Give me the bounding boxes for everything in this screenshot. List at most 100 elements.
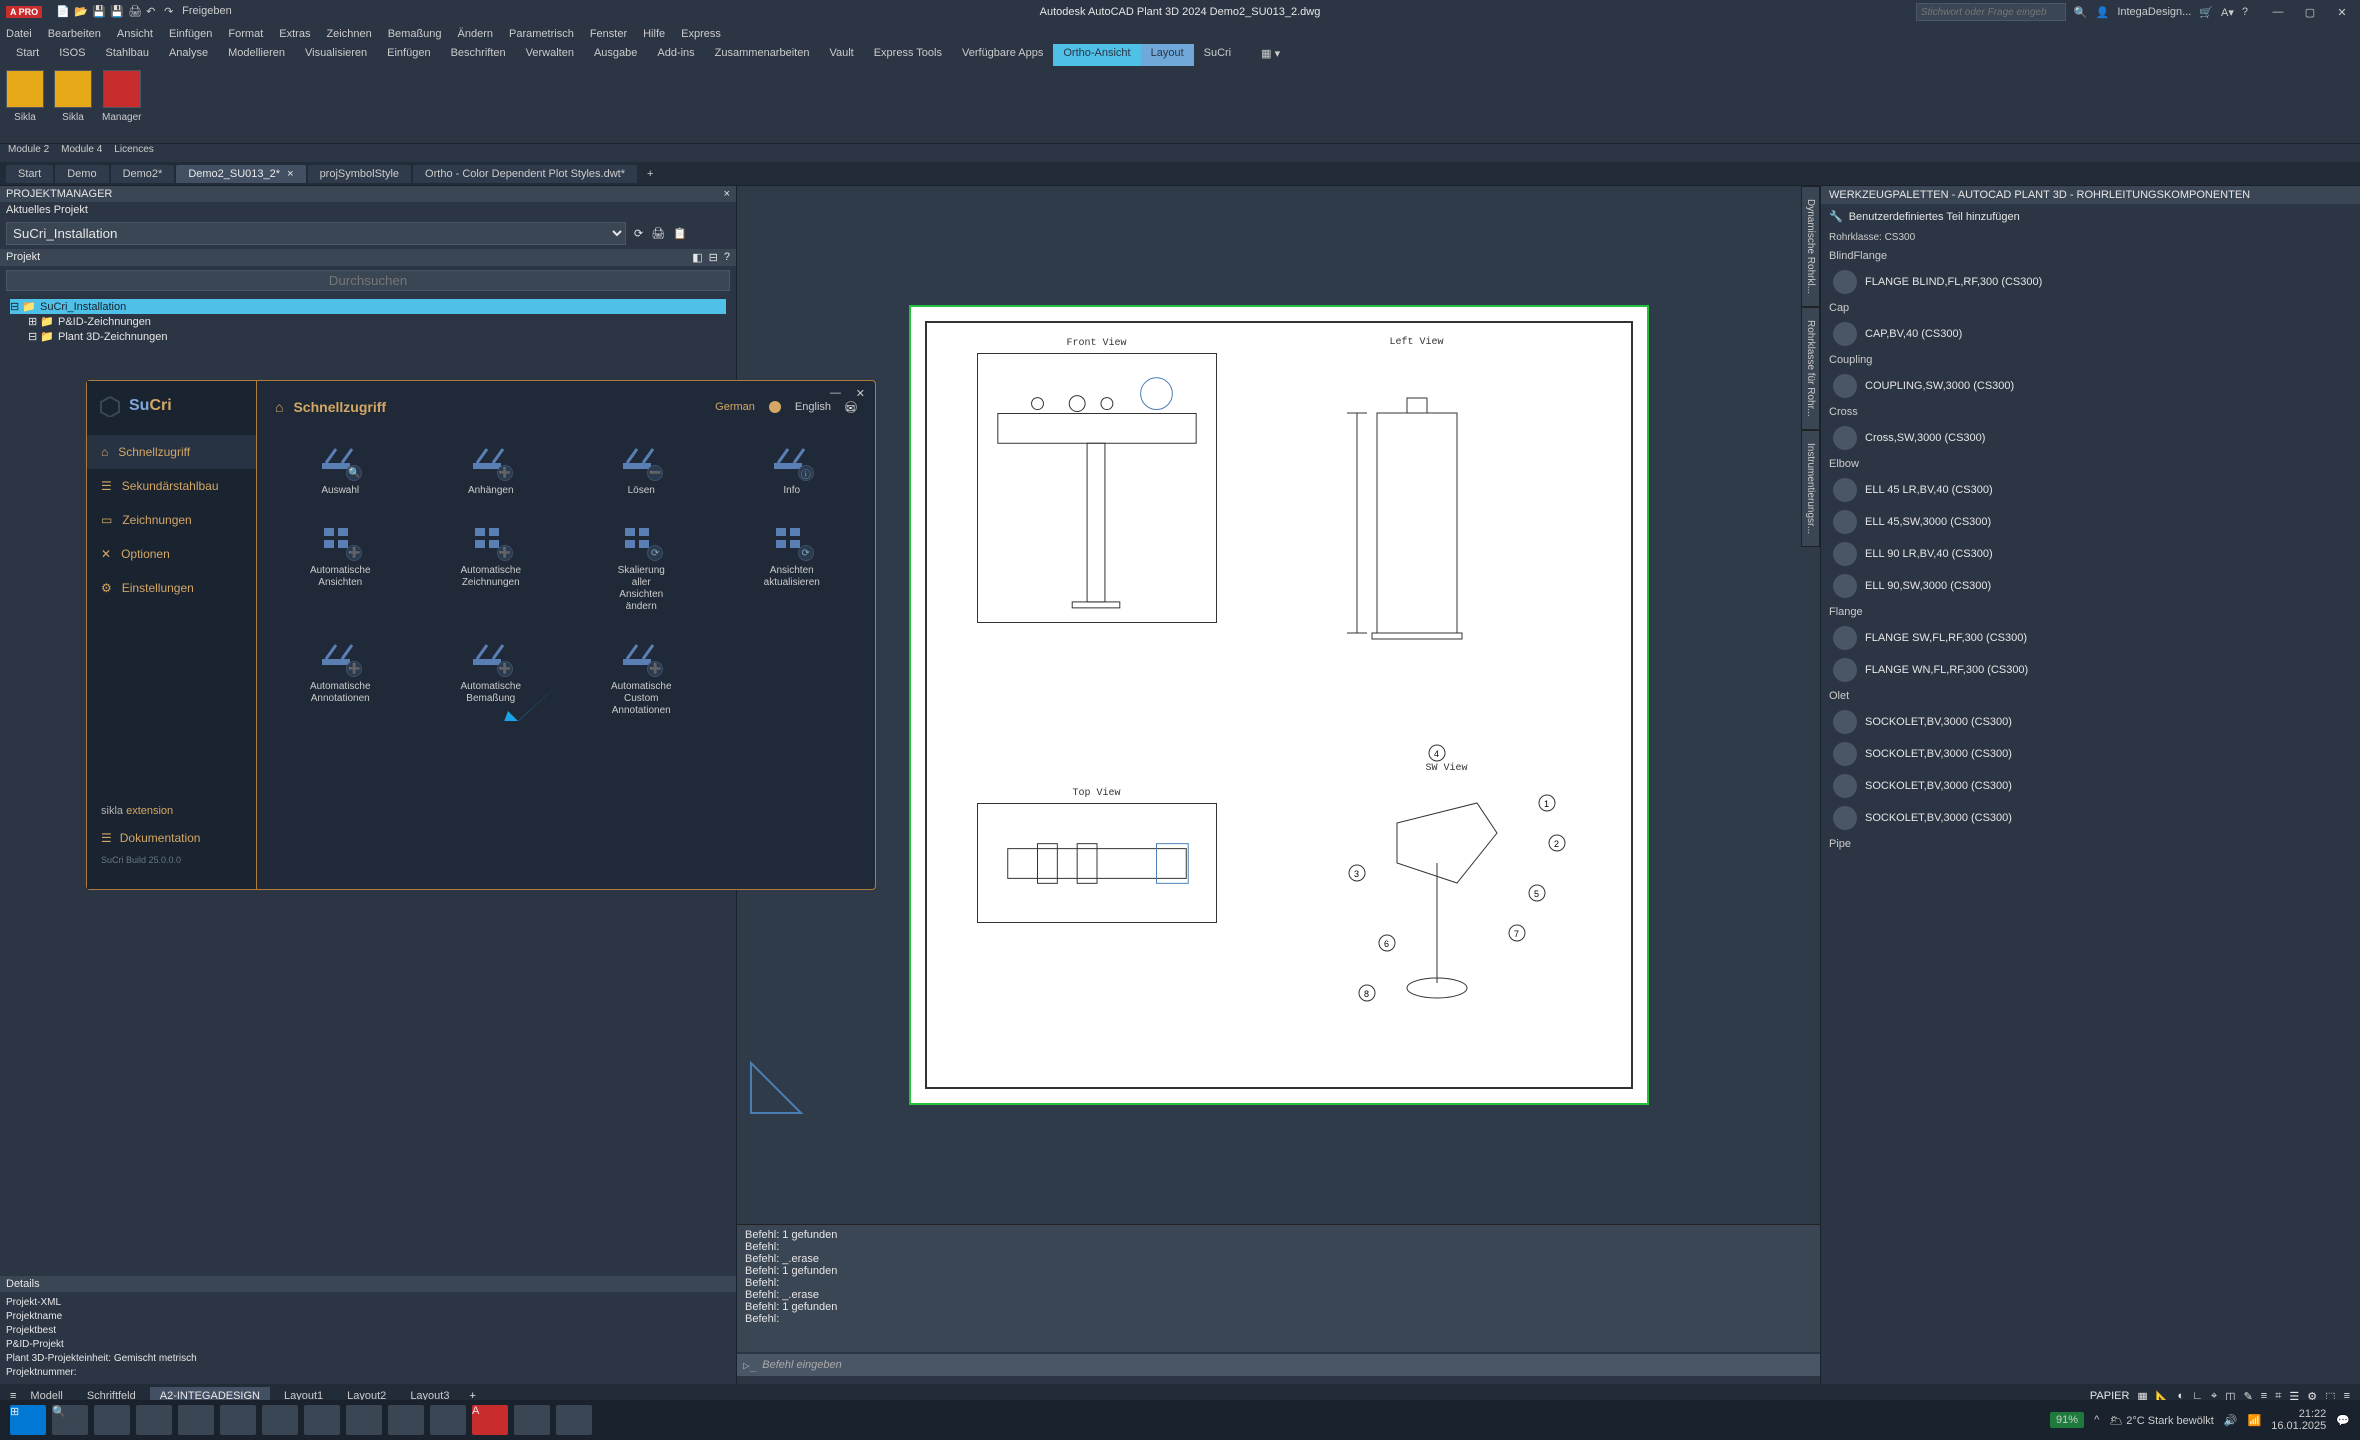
menu-datei[interactable]: Datei xyxy=(6,28,32,40)
file-tab-active[interactable]: Demo2_SU013_2* × xyxy=(176,165,305,183)
collapse-icon[interactable]: ⊟ xyxy=(709,251,718,264)
part-item[interactable]: ELL 45 LR,BV,40 (CS300) xyxy=(1821,474,2360,506)
menu-aendern[interactable]: Ändern xyxy=(458,28,493,40)
lang-english[interactable]: English xyxy=(795,401,831,413)
tree-node[interactable]: ⊞ 📁 P&ID-Zeichnungen xyxy=(10,314,726,329)
sikla-button[interactable] xyxy=(6,70,44,108)
qat-saveas-icon[interactable]: 💾 xyxy=(110,5,124,19)
palette-side-tab[interactable]: Dynamische Rohrkl... xyxy=(1801,186,1820,307)
ribbon-tab[interactable]: ISOS xyxy=(49,44,95,66)
qat-new-icon[interactable]: 📄 xyxy=(56,5,70,19)
palette-side-tab[interactable]: Rohrklasse für Rohr... xyxy=(1801,307,1820,430)
ribbon-tab[interactable]: Vault xyxy=(819,44,863,66)
qat-undo-icon[interactable]: ↶ xyxy=(146,5,160,19)
help-search-input[interactable] xyxy=(1916,3,2066,21)
windows-start-button[interactable]: ⊞ xyxy=(10,1405,46,1435)
ribbon-tab[interactable]: Stahlbau xyxy=(96,44,159,66)
sucri-card[interactable]: ➕Anhängen xyxy=(426,435,557,501)
ribbon-tab[interactable]: SuCri xyxy=(1194,44,1242,66)
part-item[interactable]: FLANGE WN,FL,RF,300 (CS300) xyxy=(1821,654,2360,686)
part-category-header[interactable]: Cap xyxy=(1821,298,2360,318)
part-item[interactable]: SOCKOLET,BV,3000 (CS300) xyxy=(1821,802,2360,834)
ribbon-panel-tab[interactable]: Licences xyxy=(114,144,153,162)
lang-german[interactable]: German xyxy=(715,401,755,413)
ribbon-panel-tab[interactable]: Module 2 xyxy=(8,144,49,162)
qat-redo-icon[interactable]: ↷ xyxy=(164,5,178,19)
radio-off-icon[interactable]: ✉ xyxy=(845,401,857,413)
taskbar-search-icon[interactable]: 🔍 xyxy=(52,1405,88,1435)
new-tab-button[interactable]: + xyxy=(647,168,653,180)
ribbon-tab-active[interactable]: Ortho-Ansicht xyxy=(1053,44,1140,66)
drawing-canvas[interactable]: Front View Left View xyxy=(737,186,1820,1384)
part-item[interactable]: Cross,SW,3000 (CS300) xyxy=(1821,422,2360,454)
tray-icon[interactable]: 🔊 xyxy=(2224,1414,2238,1427)
command-line-input[interactable]: ▷_ Befehl eingeben xyxy=(737,1354,1820,1376)
part-item[interactable]: SOCKOLET,BV,3000 (CS300) xyxy=(1821,770,2360,802)
file-tab[interactable]: Start xyxy=(6,165,53,183)
close-button[interactable]: ✕ xyxy=(2330,6,2354,19)
part-item[interactable]: FLANGE BLIND,FL,RF,300 (CS300) xyxy=(1821,266,2360,298)
ribbon-tab-more[interactable]: ▦ ▾ xyxy=(1251,44,1290,66)
part-item[interactable]: SOCKOLET,BV,3000 (CS300) xyxy=(1821,738,2360,770)
menu-bearbeiten[interactable]: Bearbeiten xyxy=(48,28,101,40)
taskbar-app-icon[interactable] xyxy=(430,1405,466,1435)
part-item[interactable]: CAP,BV,40 (CS300) xyxy=(1821,318,2360,350)
ribbon-tab[interactable]: Verfügbare Apps xyxy=(952,44,1053,66)
taskbar-app-icon[interactable] xyxy=(304,1405,340,1435)
sucri-doku-button[interactable]: ☰Dokumentation xyxy=(101,831,242,845)
sucri-nav-sekundaerstahlbau[interactable]: ☰Sekundärstahlbau xyxy=(87,469,256,503)
project-select[interactable]: SuCri_Installation xyxy=(6,222,626,245)
battery-indicator[interactable]: 91% xyxy=(2050,1412,2084,1428)
copy-icon[interactable]: 📋 xyxy=(673,227,687,240)
tray-overflow-icon[interactable]: ^ xyxy=(2094,1414,2099,1426)
taskbar-app-icon[interactable] xyxy=(178,1405,214,1435)
menu-express[interactable]: Express xyxy=(681,28,721,40)
ribbon-tab[interactable]: Express Tools xyxy=(864,44,952,66)
minimize-button[interactable]: — xyxy=(2266,6,2290,19)
part-category-header[interactable]: Pipe xyxy=(1821,834,2360,854)
sucri-card[interactable]: ⓘInfo xyxy=(727,435,858,501)
weather-widget[interactable]: 🌥 2°C Stark bewölkt xyxy=(2109,1414,2214,1427)
add-custom-part[interactable]: 🔧 Benutzerdefiniertes Teil hinzufügen xyxy=(1821,204,2360,229)
cart-icon[interactable]: 🛒 xyxy=(2199,6,2213,19)
part-category-header[interactable]: Cross xyxy=(1821,402,2360,422)
menu-bemassung[interactable]: Bemaßung xyxy=(388,28,442,40)
sucri-card[interactable]: ➕AutomatischeZeichnungen xyxy=(426,515,557,617)
taskbar-app-icon[interactable] xyxy=(514,1405,550,1435)
sucri-card[interactable]: ➖Lösen xyxy=(576,435,707,501)
radio-on-icon[interactable] xyxy=(769,401,781,413)
search-icon[interactable]: 🔍 xyxy=(2074,6,2088,19)
layout-viewport[interactable]: Front View Left View xyxy=(737,186,1820,1224)
menu-parametrisch[interactable]: Parametrisch xyxy=(509,28,574,40)
expand-icon[interactable]: ◧ xyxy=(692,251,702,264)
ribbon-tab[interactable]: Beschriften xyxy=(441,44,516,66)
sucri-card[interactable]: ➕AutomatischeCustomAnnotationen xyxy=(576,631,707,721)
part-category-header[interactable]: BlindFlange xyxy=(1821,246,2360,266)
tree-search-input[interactable] xyxy=(6,270,730,291)
part-category-header[interactable]: Olet xyxy=(1821,686,2360,706)
part-category-header[interactable]: Flange xyxy=(1821,602,2360,622)
qat-save-icon[interactable]: 💾 xyxy=(92,5,106,19)
menu-hilfe[interactable]: Hilfe xyxy=(643,28,665,40)
part-item[interactable]: SOCKOLET,BV,3000 (CS300) xyxy=(1821,706,2360,738)
sucri-card[interactable]: ➕AutomatischeAnnotationen xyxy=(275,631,406,721)
menu-extras[interactable]: Extras xyxy=(279,28,310,40)
taskbar-app-icon[interactable]: A xyxy=(472,1405,508,1435)
taskbar-app-icon[interactable] xyxy=(220,1405,256,1435)
taskbar-app-icon[interactable] xyxy=(556,1405,592,1435)
ribbon-tab[interactable]: Analyse xyxy=(159,44,218,66)
sucri-card[interactable]: ⟳SkalierungallerAnsichtenändern xyxy=(576,515,707,617)
ribbon-tab[interactable]: Visualisieren xyxy=(295,44,377,66)
sucri-nav-schnellzugriff[interactable]: ⌂Schnellzugriff xyxy=(87,435,256,469)
a-icon[interactable]: A▾ xyxy=(2221,6,2234,19)
menu-format[interactable]: Format xyxy=(228,28,263,40)
taskbar-app-icon[interactable] xyxy=(262,1405,298,1435)
ribbon-tab[interactable]: Zusammenarbeiten xyxy=(705,44,820,66)
sucri-card[interactable]: ➕AutomatischeAnsichten xyxy=(275,515,406,617)
sucri-minimize-button[interactable]: — xyxy=(830,387,841,399)
user-icon[interactable]: 👤 xyxy=(2096,6,2110,19)
ribbon-tab[interactable]: Verwalten xyxy=(516,44,584,66)
qat-plot-icon[interactable]: 🖨 xyxy=(128,5,142,19)
sucri-nav-zeichnungen[interactable]: ▭Zeichnungen xyxy=(87,503,256,537)
file-tab[interactable]: Ortho - Color Dependent Plot Styles.dwt* xyxy=(413,165,637,183)
